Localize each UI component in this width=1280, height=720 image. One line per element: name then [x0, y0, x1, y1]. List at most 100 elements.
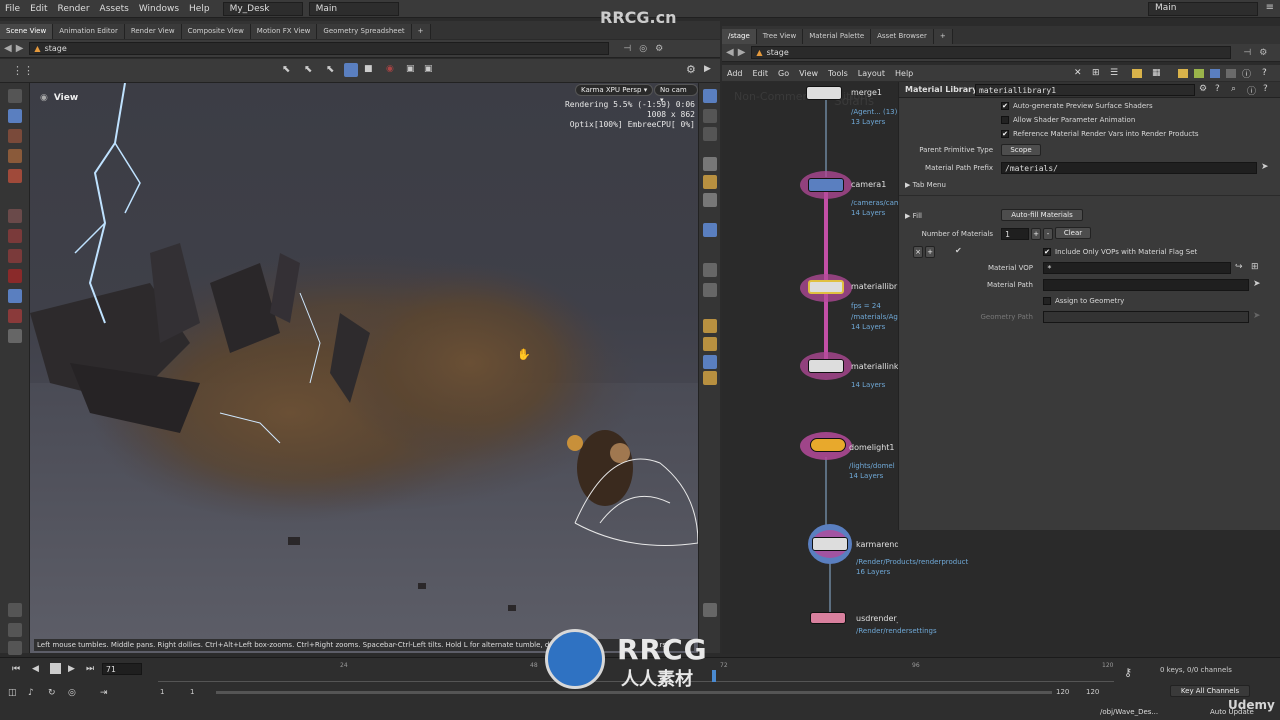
folder-icon[interactable]: [1132, 68, 1142, 78]
audio-icon[interactable]: ♪: [28, 688, 34, 698]
scene-viewport[interactable]: ◉ View Karma XPU Persp ▾ No cam ▾ Renderi…: [30, 83, 698, 653]
range-start-2[interactable]: 1: [190, 688, 194, 696]
param-node-name[interactable]: materiallibrary1: [975, 84, 1195, 96]
right-path-field[interactable]: ▲ stage: [751, 46, 1232, 59]
net-back-arrow-icon[interactable]: ◀: [726, 47, 734, 58]
add-tab-icon[interactable]: +: [411, 24, 431, 39]
range-end-2[interactable]: 120: [1086, 688, 1099, 696]
persp-icon[interactable]: [703, 109, 717, 123]
node-merge1[interactable]: [806, 86, 842, 100]
tab-animation-editor[interactable]: Animation Editor: [53, 24, 125, 39]
node-materiallinker[interactable]: [808, 359, 844, 373]
viewport-menu-arrow-icon[interactable]: ▶: [704, 64, 711, 74]
light-icon[interactable]: [703, 157, 717, 171]
range-icon[interactable]: ⇥: [100, 688, 108, 698]
net-pin-icon[interactable]: ⊣: [1243, 48, 1251, 58]
select-tool-icon[interactable]: ⬉: [282, 64, 290, 75]
sim-icon[interactable]: ◎: [68, 688, 76, 698]
main-selector-right[interactable]: Main: [1148, 2, 1258, 16]
safe-area-icon[interactable]: [703, 283, 717, 297]
num-materials-add[interactable]: +: [1031, 228, 1041, 240]
camera-menu[interactable]: No cam ▾: [654, 84, 698, 104]
select-geo-icon[interactable]: ⬉: [326, 64, 334, 75]
back-arrow-icon[interactable]: ◀: [4, 43, 12, 54]
link-icon[interactable]: ◎: [639, 44, 647, 54]
multiparm-enable-checkbox[interactable]: ✔: [955, 246, 962, 255]
param-question-icon[interactable]: ?: [1263, 84, 1268, 94]
menu-render[interactable]: Render: [53, 4, 95, 14]
mat-path-arrow-icon[interactable]: ➤: [1261, 162, 1269, 172]
include-only-checkbox[interactable]: ✔: [1043, 248, 1051, 256]
menu-options-icon[interactable]: ≡: [1266, 2, 1274, 13]
tab-motion-fx-view[interactable]: Motion FX View: [250, 24, 318, 39]
snapshot-icon[interactable]: [703, 603, 717, 617]
tab-composite-view[interactable]: Composite View: [181, 24, 251, 39]
include-only-row[interactable]: ✔ Include Only VOPs with Material Flag Se…: [1043, 248, 1197, 256]
allow-anim-row[interactable]: Allow Shader Parameter Animation: [1001, 116, 1135, 124]
net-help-icon[interactable]: ?: [1262, 68, 1267, 78]
erase-icon[interactable]: [8, 641, 22, 655]
net-menu-go[interactable]: Go: [773, 69, 794, 78]
net-menu-help[interactable]: Help: [890, 69, 918, 78]
view-tool-icon[interactable]: [8, 289, 22, 303]
viewport-options-icon[interactable]: ⚙: [686, 63, 696, 76]
multiparm-remove-icon[interactable]: ×: [913, 246, 923, 258]
range-end-1[interactable]: 120: [1056, 688, 1069, 696]
transform-icon[interactable]: [8, 129, 22, 143]
param-search-icon[interactable]: ⌕: [1231, 84, 1236, 94]
desk-selector[interactable]: My_Desk: [222, 1, 303, 16]
add-right-tab-icon[interactable]: +: [933, 29, 953, 44]
auto-preview-row[interactable]: ✔ Auto-generate Preview Surface Shaders: [1001, 102, 1153, 110]
key-all-channels-button[interactable]: Key All Channels: [1170, 685, 1250, 697]
key-icon[interactable]: ⚷: [1124, 666, 1132, 679]
render-snapshot-icon[interactable]: ▣: [424, 64, 433, 74]
play-icon[interactable]: ▶: [68, 664, 75, 674]
tab-scene-view[interactable]: Scene View: [0, 24, 54, 39]
menu-assets[interactable]: Assets: [95, 4, 134, 14]
grid-view-icon[interactable]: ▦: [1152, 68, 1161, 78]
menu-windows[interactable]: Windows: [134, 4, 184, 14]
bg-icon[interactable]: [703, 263, 717, 277]
material-path-arrow-icon[interactable]: ➤: [1253, 279, 1261, 289]
range-start-1[interactable]: 1: [160, 688, 164, 696]
material-path-field[interactable]: [1043, 279, 1249, 291]
shape-icon[interactable]: [1194, 68, 1204, 78]
template-icon[interactable]: [703, 355, 717, 369]
tab-material-palette[interactable]: Material Palette: [803, 29, 872, 44]
sticky-icon[interactable]: [1226, 68, 1236, 78]
net-menu-layout[interactable]: Layout: [853, 69, 890, 78]
num-materials-remove[interactable]: -: [1043, 228, 1053, 240]
grid-icon[interactable]: ⋮⋮: [12, 64, 34, 77]
record-icon[interactable]: ◉: [386, 64, 394, 74]
jump-end-icon[interactable]: ⏭: [86, 664, 94, 674]
tab-geometry-spreadsheet[interactable]: Geometry Spreadsheet: [317, 24, 412, 39]
net-forward-arrow-icon[interactable]: ▶: [738, 47, 746, 58]
multiparm-insert-icon[interactable]: +: [925, 246, 935, 258]
tab-menu-folder[interactable]: ▶ Tab Menu: [905, 181, 946, 189]
magnet-icon[interactable]: [8, 269, 22, 283]
tab-asset-browser[interactable]: Asset Browser: [871, 29, 934, 44]
jump-start-icon[interactable]: ⏮: [12, 664, 20, 674]
auto-fill-button[interactable]: Auto-fill Materials: [1001, 209, 1083, 221]
tab-render-view[interactable]: Render View: [124, 24, 182, 39]
clear-button[interactable]: Clear: [1055, 227, 1091, 239]
net-menu-edit[interactable]: Edit: [748, 69, 774, 78]
assign-geo-row[interactable]: Assign to Geometry: [1043, 297, 1124, 305]
parent-prim-dropdown[interactable]: Scope: [1001, 144, 1041, 156]
allow-anim-checkbox[interactable]: [1001, 116, 1009, 124]
main-selector[interactable]: Main: [308, 1, 399, 16]
node-camera1[interactable]: [808, 178, 844, 192]
mat-path-prefix-field[interactable]: /materials/: [1001, 162, 1257, 174]
pin-icon[interactable]: ⊣: [623, 44, 631, 54]
snap-icon[interactable]: [344, 63, 358, 77]
pane-options-icon[interactable]: ⚙: [655, 44, 663, 54]
stop-icon[interactable]: [50, 663, 61, 674]
square-icon[interactable]: ■: [364, 64, 373, 74]
brush-icon[interactable]: [8, 249, 22, 263]
assign-geo-checkbox[interactable]: [1043, 297, 1051, 305]
menu-file[interactable]: File: [0, 4, 25, 14]
tab-stage[interactable]: /stage: [722, 29, 757, 44]
num-materials-field[interactable]: 1: [1001, 228, 1029, 240]
select-pick-icon[interactable]: ⬉: [304, 64, 312, 75]
scale-icon[interactable]: [8, 169, 22, 183]
